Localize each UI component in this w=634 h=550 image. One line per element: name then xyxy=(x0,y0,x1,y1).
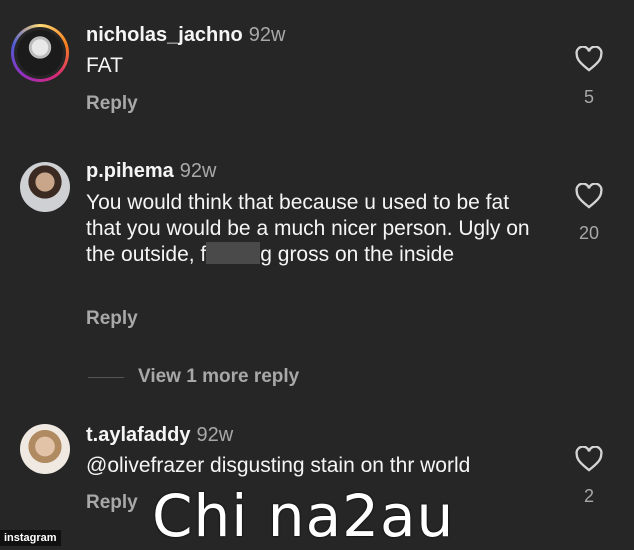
view-more-replies[interactable]: View 1 more reply xyxy=(88,366,299,388)
like-count: 5 xyxy=(583,87,594,107)
reply-button[interactable]: Reply xyxy=(86,308,138,330)
avatar[interactable] xyxy=(20,424,70,474)
heart-icon[interactable] xyxy=(575,46,603,72)
heart-icon[interactable] xyxy=(575,446,603,472)
source-tag: instagram xyxy=(0,530,61,546)
watermark: Chi na2au xyxy=(152,482,455,550)
comment-time: 92w xyxy=(196,424,234,446)
heart-icon[interactable] xyxy=(575,183,603,209)
avatar[interactable] xyxy=(11,24,69,82)
reply-button[interactable]: Reply xyxy=(86,93,138,115)
reply-button[interactable]: Reply xyxy=(86,492,138,514)
like-count: 20 xyxy=(578,223,600,243)
comment-text: @olivefrazer disgusting stain on thr wor… xyxy=(86,454,471,477)
like-count: 2 xyxy=(583,486,594,506)
comment-time: 92w xyxy=(248,24,286,46)
comment-username[interactable]: nicholas_jachno 92w xyxy=(86,24,285,47)
censor-bar xyxy=(206,242,261,264)
view-more-label: View 1 more reply xyxy=(138,366,300,387)
comment-text: FAT xyxy=(86,54,123,77)
comment-text: You would think that because u used to b… xyxy=(86,191,530,266)
divider xyxy=(88,376,124,378)
comment-username[interactable]: p.pihema 92w xyxy=(86,160,217,183)
avatar[interactable] xyxy=(20,162,70,212)
comment-time: 92w xyxy=(179,160,217,182)
comment-username[interactable]: t.aylafaddy 92w xyxy=(86,424,233,447)
